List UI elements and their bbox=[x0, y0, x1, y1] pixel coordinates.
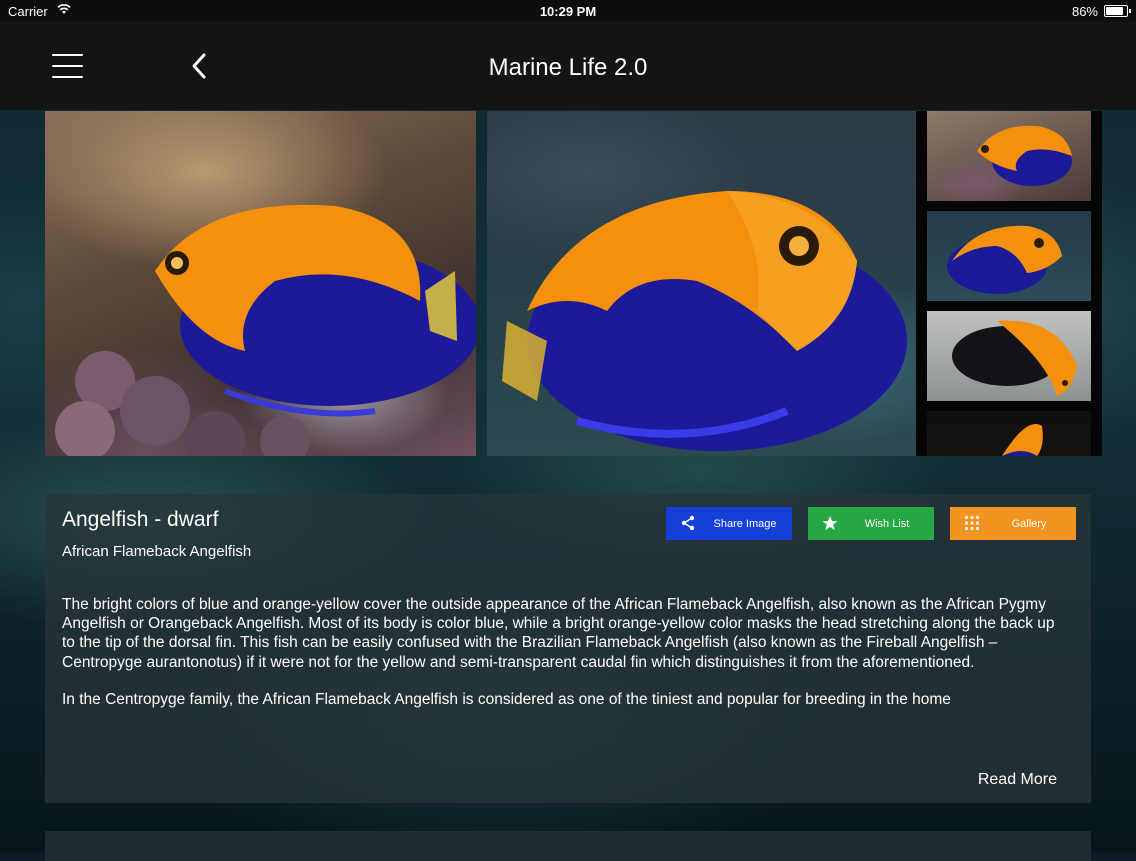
species-common-name: African Flameback Angelfish bbox=[62, 543, 252, 560]
clock: 10:29 PM bbox=[539, 4, 597, 19]
read-more-link[interactable]: Read More bbox=[978, 771, 1057, 789]
angelfish-illustration bbox=[55, 204, 476, 456]
species-name: Angelfish - dwarf bbox=[62, 508, 219, 531]
share-image-label: Share Image bbox=[713, 517, 777, 530]
navigation-bar: Marine Life 2.0 bbox=[0, 22, 1136, 110]
share-image-button[interactable]: Share Image bbox=[666, 507, 792, 540]
battery-fill bbox=[1106, 7, 1124, 15]
thumbnail-4[interactable] bbox=[927, 411, 1091, 456]
description-paragraph-1: The bright colors of blue and orange-yel… bbox=[62, 596, 1055, 671]
wish-list-label: Wish List bbox=[864, 517, 910, 530]
status-bar: Carrier 10:29 PM 86% bbox=[0, 0, 1136, 22]
thumbnail-strip[interactable] bbox=[916, 111, 1102, 456]
next-section-card bbox=[45, 831, 1091, 861]
species-detail-card: Angelfish - dwarf African Flameback Ange… bbox=[45, 494, 1091, 803]
angelfish-illustration bbox=[502, 191, 907, 451]
battery-icon bbox=[1104, 5, 1131, 17]
description-paragraph-2: In the Centropyge family, the African Fl… bbox=[62, 690, 951, 708]
gallery-label: Gallery bbox=[1011, 517, 1047, 530]
battery-percentage: 86% bbox=[1071, 4, 1098, 19]
thumbnail-1[interactable] bbox=[927, 111, 1091, 201]
thumbnail-3[interactable] bbox=[927, 311, 1091, 401]
page-title: Marine Life 2.0 bbox=[488, 54, 648, 81]
fish-photo-main[interactable] bbox=[45, 111, 476, 456]
wish-list-button[interactable]: Wish List bbox=[808, 507, 934, 540]
species-description: The bright colors of blue and orange-yel… bbox=[62, 595, 1067, 727]
gallery-button[interactable]: Gallery bbox=[950, 507, 1076, 540]
thumbnail-2[interactable] bbox=[927, 211, 1091, 301]
fish-photo-closeup[interactable] bbox=[487, 111, 916, 456]
